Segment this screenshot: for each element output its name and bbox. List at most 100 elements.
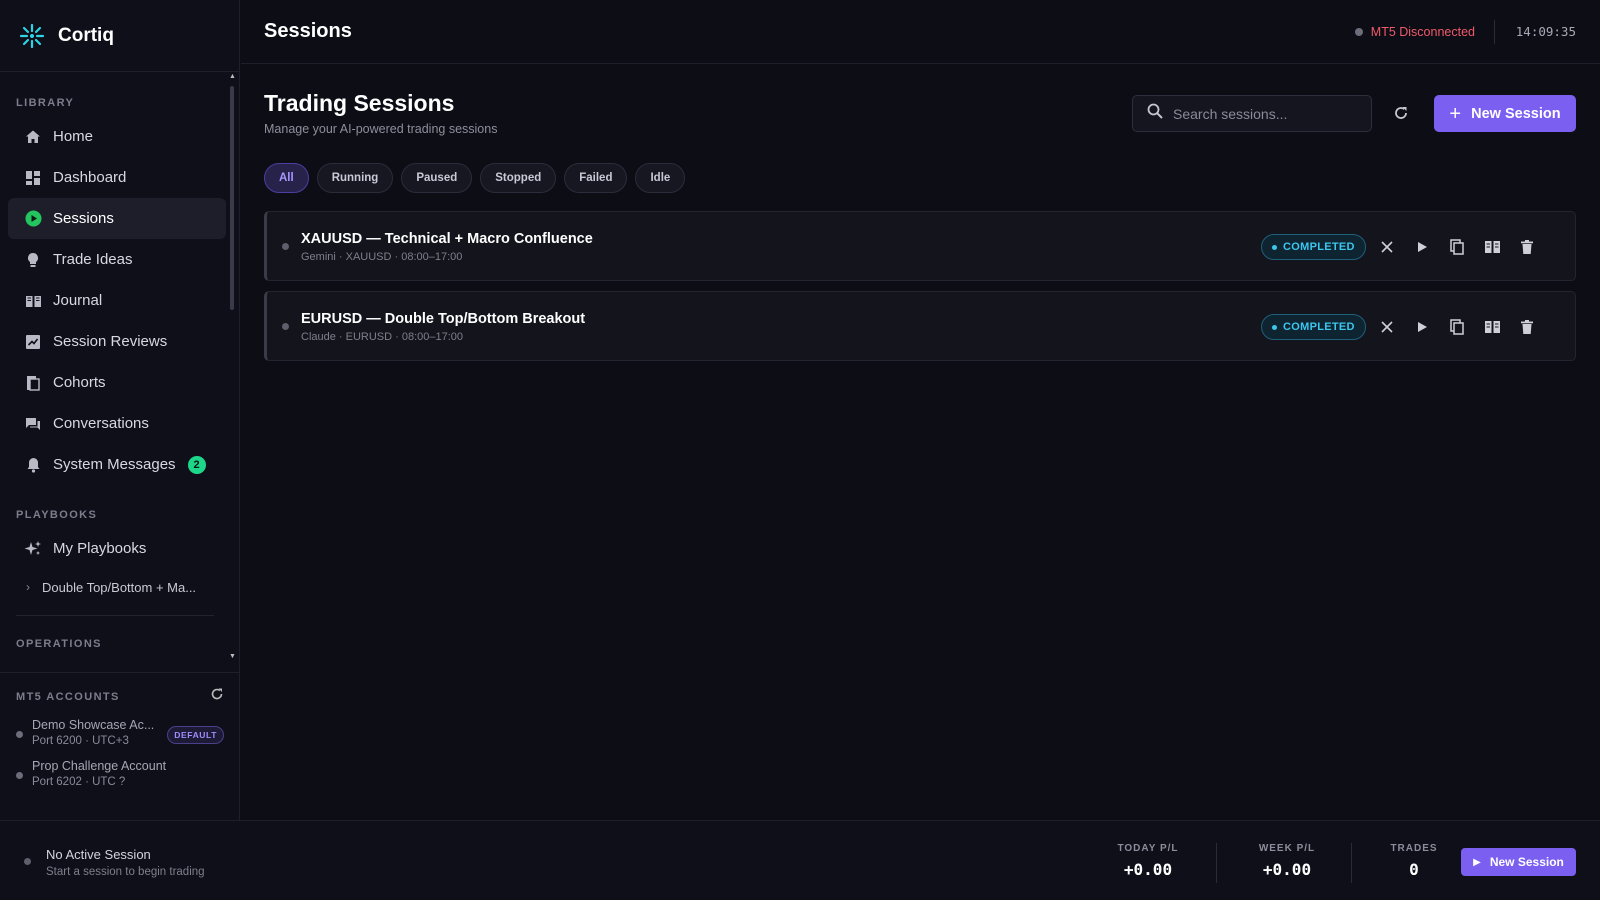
session-name: EURUSD — Double Top/Bottom Breakout [301,311,586,327]
sidebar-item-journal[interactable]: Journal [8,280,226,321]
account-detail: Port 6200 · UTC+3 [32,735,129,747]
sidebar-item-trade-ideas[interactable]: Trade Ideas [8,239,226,280]
refresh-accounts-icon[interactable] [210,687,224,706]
book-icon [24,292,42,310]
bell-icon [24,456,42,474]
session-card[interactable]: EURUSD — Double Top/Bottom Breakout Clau… [264,291,1576,361]
mt5-account-item[interactable]: Prop Challenge Account Port 6202 · UTC ? [0,759,240,788]
page-header-title: Sessions [264,20,352,42]
unread-count-badge: 2 [187,455,206,474]
sidebar-item-sessions[interactable]: Sessions [8,198,226,239]
mt5-accounts-panel: MT5 ACCOUNTS Demo Showcase Ac... Port 62… [0,672,240,788]
footer-divider [1351,843,1352,883]
sidebar-item-label: Dashboard [53,169,127,186]
dashboard-icon [24,169,42,187]
sidebar-item-label: System Messages [53,456,176,473]
play-icon[interactable] [1410,235,1434,259]
close-icon[interactable] [1375,315,1399,339]
sidebar-item-dashboard[interactable]: Dashboard [8,157,226,198]
play-icon[interactable] [1410,315,1434,339]
sidebar-item-my-playbooks[interactable]: My Playbooks [8,528,226,569]
sidebar-item-system-messages[interactable]: System Messages 2 [8,444,226,485]
default-badge: DEFAULT [167,726,224,744]
sidebar-item-home[interactable]: Home [8,116,226,157]
scroll-up-icon[interactable]: ▲ [229,73,236,80]
session-actions [1375,235,1550,259]
plus-icon: + [1449,102,1462,125]
sidebar-item-conversations[interactable]: Conversations [8,403,226,444]
sidebar-scrollbar[interactable]: ▲ ▼ [229,73,236,660]
copy-icon[interactable] [1445,315,1469,339]
sidebar-item-label: Session Reviews [53,333,168,350]
header-divider [1494,20,1495,44]
sparkles-icon [24,540,42,558]
close-icon[interactable] [1375,235,1399,259]
sidebar-item-label: Home [53,128,94,145]
connection-dot [1354,27,1363,36]
filter-chip-idle[interactable]: Idle [635,163,686,193]
session-status-dot [282,323,289,330]
cortiq-logo-icon [19,23,45,48]
filter-chip-stopped[interactable]: Stopped [480,163,557,193]
sidebar-item-cohorts[interactable]: Cohorts [8,362,226,403]
status-badge: COMPLETED [1261,234,1366,260]
filter-chip-failed[interactable]: Failed [564,163,628,193]
status-dot [1272,244,1277,250]
session-meta: Gemini · XAUUSD · 08:00–17:00 [301,251,463,263]
footer-new-session-button[interactable]: ▶ New Session [1461,848,1576,876]
status-badge: COMPLETED [1261,314,1366,340]
account-detail: Port 6202 · UTC ? [32,776,126,788]
search-icon [1147,103,1163,124]
trades-stat: TRADES 0 [1384,843,1444,879]
review-icon [24,333,42,351]
sidebar-item-label: Sessions [53,210,114,227]
trash-icon[interactable] [1515,235,1539,259]
chevron-right-icon: › [26,580,30,594]
sidebar-item-label: Trade Ideas [53,251,133,268]
session-list: XAUUSD — Technical + Macro Confluence Ge… [264,211,1576,371]
book-icon[interactable] [1480,315,1504,339]
refresh-button[interactable] [1390,102,1412,124]
status-badge-label: COMPLETED [1283,321,1355,333]
connection-status-text: MT5 Disconnected [1370,24,1475,39]
filter-chip-running[interactable]: Running [316,163,394,193]
scrollbar-thumb[interactable] [230,86,234,310]
playbook-item[interactable]: › Double Top/Bottom + Ma... [0,569,234,605]
session-name: XAUUSD — Technical + Macro Confluence [301,231,593,247]
filter-chip-paused[interactable]: Paused [401,163,473,193]
account-status-dot [16,772,23,779]
sidebar-divider [16,615,214,616]
home-icon [24,128,42,146]
filter-chip-all[interactable]: All [264,163,309,193]
copy-icon[interactable] [1445,235,1469,259]
book-icon[interactable] [1480,235,1504,259]
operations-section-label: OPERATIONS [16,638,102,650]
sidebar-nav: LIBRARY Home Dashboard Sessions Trade Id… [0,73,234,663]
sidebar-item-session-reviews[interactable]: Session Reviews [8,321,226,362]
account-name: Prop Challenge Account [32,759,167,773]
brand[interactable]: Cortiq [0,0,239,72]
play-icon: ▶ [1473,856,1481,868]
search-box[interactable] [1132,95,1372,132]
sidebar: Cortiq LIBRARY Home Dashboard Sessions T… [0,0,240,820]
new-session-button[interactable]: + New Session [1434,95,1576,132]
status-badge-label: COMPLETED [1283,241,1355,253]
library-section-label: LIBRARY [16,97,75,109]
playbooks-section-label: PLAYBOOKS [16,509,98,521]
clock: 14:09:35 [1515,24,1576,39]
session-status-dot [24,858,31,865]
account-status-dot [16,731,23,738]
session-status-dot [282,243,289,250]
sidebar-item-label: Journal [53,292,103,309]
trades-label: TRADES [1390,843,1438,854]
no-active-session-title: No Active Session [46,847,151,862]
lightbulb-icon [24,251,42,269]
session-card[interactable]: XAUUSD — Technical + Macro Confluence Ge… [264,211,1576,281]
scroll-down-icon[interactable]: ▼ [229,653,236,660]
playbook-item-label: Double Top/Bottom + Ma... [42,579,197,595]
session-actions [1375,315,1550,339]
trash-icon[interactable] [1515,315,1539,339]
mt5-account-item[interactable]: Demo Showcase Ac... Port 6200 · UTC+3 DE… [0,718,240,747]
app-name: Cortiq [58,24,114,46]
search-input[interactable] [1173,105,1353,122]
